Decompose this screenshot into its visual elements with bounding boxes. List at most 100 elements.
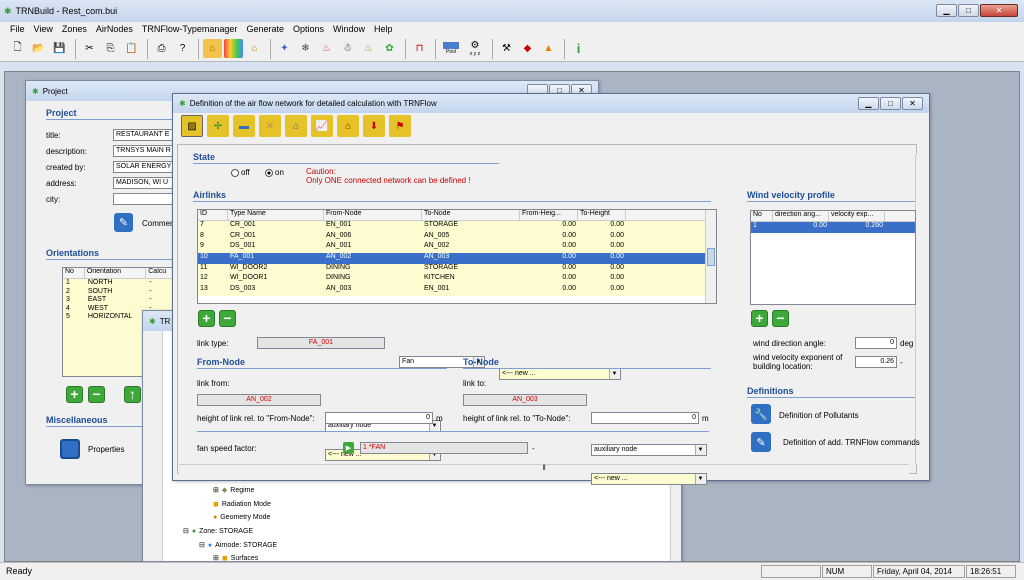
- wind-exponent-input[interactable]: 0.26: [855, 356, 897, 368]
- menu-item-zones[interactable]: Zones: [62, 24, 87, 34]
- dialog-minimize-button[interactable]: ▁: [858, 97, 879, 110]
- dialog-vscroll[interactable]: [915, 154, 925, 464]
- info-icon[interactable]: i: [569, 39, 588, 58]
- tree-item-zone-storage[interactable]: ⊟ ● Zone: STORAGE: [183, 527, 253, 536]
- airlink-row[interactable]: 8 CR_001 AN_006 AN_005 0.00 0.00: [198, 231, 716, 243]
- hatch-wall-icon[interactable]: ▨: [181, 115, 203, 137]
- airlinks-header[interactable]: To-Height: [578, 210, 626, 220]
- cut-icon[interactable]: ✂: [80, 39, 99, 58]
- comment-button[interactable]: ✎: [114, 213, 133, 232]
- orientation-row[interactable]: 2 SOUTH -: [63, 288, 176, 297]
- expand-icon[interactable]: ⊞: [213, 554, 219, 562]
- dialog-maximize-button[interactable]: □: [880, 97, 901, 110]
- orientation-row[interactable]: 3 EAST -: [63, 296, 176, 305]
- airlinks-header[interactable]: ID: [198, 210, 228, 220]
- project-field-input[interactable]: SOLAR ENERGY: [113, 161, 177, 173]
- dialog-hscroll[interactable]: ⦀: [179, 464, 909, 474]
- state-off-radio[interactable]: off: [231, 168, 250, 177]
- fan-play-icon[interactable]: ▶: [343, 442, 354, 453]
- to-kind-select[interactable]: auxiliary node: [591, 444, 707, 456]
- duct-icon[interactable]: ▬: [233, 115, 255, 137]
- heating-icon[interactable]: ♨: [317, 39, 336, 58]
- airlinks-header[interactable]: From-Node: [324, 210, 422, 220]
- remove-wind-button[interactable]: −: [772, 310, 789, 327]
- comfort-icon[interactable]: ♨: [359, 39, 378, 58]
- external-node-icon[interactable]: ⚑: [389, 115, 411, 137]
- add-orientation-button[interactable]: +: [66, 386, 83, 403]
- airlinks-header[interactable]: To-Node: [422, 210, 520, 220]
- airlinks-scrollbar[interactable]: [705, 210, 716, 303]
- project-field-input[interactable]: TRNSYS MAIN R: [113, 145, 177, 157]
- airlink-row[interactable]: 9 DS_001 AN_001 AN_002 0.00 0.00: [198, 242, 716, 254]
- collapse-icon[interactable]: ⊟: [183, 527, 189, 535]
- ventilation-icon[interactable]: ✦: [275, 39, 294, 58]
- airlink-row[interactable]: 10 FA_001 AN_002 AN_003 0.00 0.00: [198, 253, 716, 264]
- dialog-close-button[interactable]: ✕: [902, 97, 923, 110]
- airlink-row[interactable]: 13 DS_003 AN_003 EN_001 0.00 0.00: [198, 285, 716, 296]
- menu-item-options[interactable]: Options: [293, 24, 324, 34]
- tree-item-airnode-storage[interactable]: ⊟ ● Airnode: STORAGE: [199, 541, 277, 550]
- commands-edit-icon[interactable]: ✎: [751, 432, 771, 452]
- airlink-row[interactable]: 7 CR_001 EN_001 STORAGE 0.00 0.00: [198, 221, 716, 232]
- pollutants-label[interactable]: Definition of Pollutants: [779, 411, 859, 420]
- mesh-icon[interactable]: ▲: [539, 39, 558, 58]
- xyz-icon[interactable]: ⚙ x y z: [464, 39, 486, 58]
- airlink-row[interactable]: 11 WI_DOOR2 DINING STORAGE 0.00 0.00: [198, 263, 716, 275]
- airlinks-table[interactable]: ID Type Name From-Node To-Node From-Heig... T…: [197, 209, 717, 304]
- house-icon[interactable]: ⌂: [245, 39, 264, 58]
- project-field-input[interactable]: [113, 193, 177, 205]
- commands-label[interactable]: Definition of add. TRNFlow commands: [783, 438, 920, 447]
- paste-icon[interactable]: 📋: [122, 39, 141, 58]
- from-height-input[interactable]: 0: [325, 412, 433, 424]
- project-field-input[interactable]: RESTAURANT E: [113, 129, 177, 141]
- open-file-icon[interactable]: 📂: [29, 39, 48, 58]
- wind-header[interactable]: No: [751, 211, 773, 221]
- tools-icon[interactable]: ⚒: [497, 39, 516, 58]
- menu-item-view[interactable]: View: [34, 24, 53, 34]
- print-icon[interactable]: ⎙: [152, 39, 171, 58]
- wind-header[interactable]: direction ang...: [773, 211, 829, 221]
- remove-airlink-button[interactable]: −: [219, 310, 236, 327]
- menu-item-generate[interactable]: Generate: [246, 24, 284, 34]
- wind-row[interactable]: 1 0.00 0.260: [751, 222, 915, 233]
- properties-button[interactable]: [60, 439, 80, 459]
- menu-item-airnodes[interactable]: AirNodes: [96, 24, 133, 34]
- humidity-icon[interactable]: ✿: [380, 39, 399, 58]
- crack-icon[interactable]: ✕: [259, 115, 281, 137]
- minimize-button[interactable]: ▁: [936, 4, 957, 17]
- node-icon[interactable]: ⌂: [337, 115, 359, 137]
- maximize-button[interactable]: □: [958, 4, 979, 17]
- wall-types-icon[interactable]: [224, 39, 243, 58]
- orientation-header[interactable]: Orientation: [85, 268, 147, 278]
- tree-item-surfaces[interactable]: ⊞ ◼ Surfaces: [213, 554, 258, 563]
- collapse-icon[interactable]: ⊟: [199, 541, 205, 549]
- wind-header[interactable]: velocity exp...: [829, 211, 885, 221]
- pollutants-wrench-icon[interactable]: 🔧: [751, 404, 771, 424]
- orientation-row[interactable]: 1 NORTH -: [63, 279, 176, 288]
- fan-speed-field[interactable]: 1 *FAN: [360, 442, 528, 454]
- menu-item-window[interactable]: Window: [333, 24, 365, 34]
- menu-item-help[interactable]: Help: [374, 24, 393, 34]
- schedule-icon[interactable]: ⊓: [410, 39, 429, 58]
- tree-item-regime[interactable]: ⊞ ◆ Regime: [213, 486, 254, 495]
- menu-item-file[interactable]: File: [10, 24, 25, 34]
- 3d-view-icon[interactable]: ◆: [518, 39, 537, 58]
- menu-item-trnflowtypemanager[interactable]: TRNFlow-Typemanager: [142, 24, 238, 34]
- tree-item-geometry[interactable]: ● Geometry Mode: [213, 514, 270, 521]
- help-icon[interactable]: ?: [173, 39, 192, 58]
- state-on-radio[interactable]: on: [265, 168, 284, 177]
- add-wind-button[interactable]: +: [751, 310, 768, 327]
- wind-profile-table[interactable]: No direction ang... velocity exp... 1 0.00 0…: [750, 210, 916, 305]
- wind-direction-input[interactable]: 0: [855, 337, 897, 349]
- building-icon[interactable]: ⌂: [203, 39, 222, 58]
- airlinks-header[interactable]: From-Heig...: [520, 210, 578, 220]
- chart-icon[interactable]: 📈: [311, 115, 333, 137]
- tree-item-radiation[interactable]: ◼ Radiation Mode: [213, 500, 271, 509]
- orientation-header[interactable]: No: [63, 268, 85, 278]
- copy-icon[interactable]: ⎘: [101, 39, 120, 58]
- to-new-select[interactable]: <--- new ...: [591, 473, 707, 485]
- fan-icon[interactable]: ✢: [207, 115, 229, 137]
- cooling-icon[interactable]: ❄: [296, 39, 315, 58]
- airlink-row[interactable]: 12 WI_DOOR1 DINING KITCHEN 0.00 0.00: [198, 274, 716, 286]
- link-new-select[interactable]: <--- new ...: [499, 368, 621, 380]
